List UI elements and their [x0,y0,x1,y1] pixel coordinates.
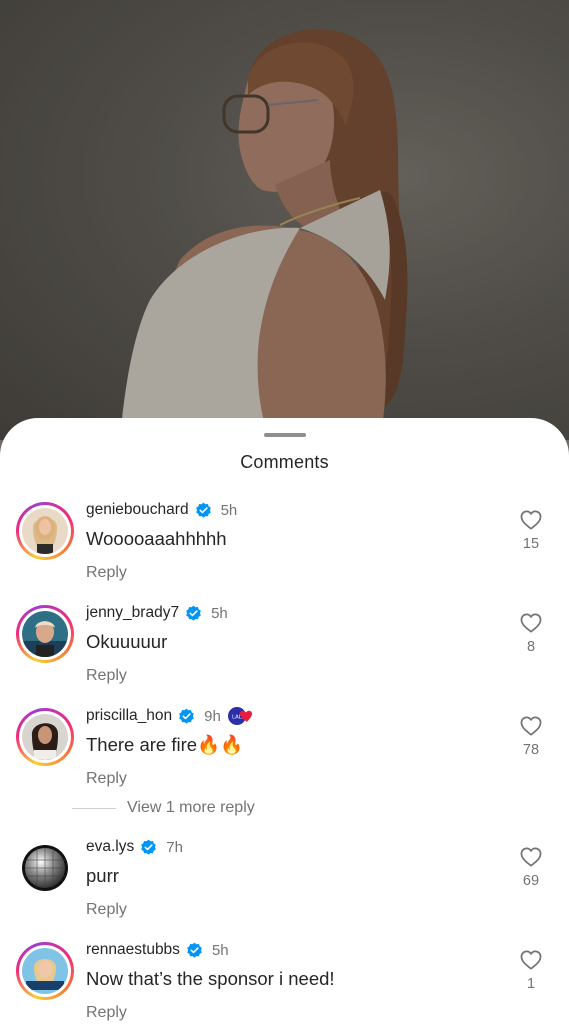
heart-icon[interactable] [520,716,542,736]
comment-username[interactable]: geniebouchard [86,501,189,519]
like-count: 15 [522,536,540,552]
verified-badge-icon [195,502,211,518]
verified-badge-icon [179,708,194,724]
verified-badge-icon [141,839,157,855]
like-control: 78 [519,716,543,758]
verified-badge-icon [187,942,202,958]
comment-text: purr [86,865,119,886]
comment-time: 5h [220,501,238,519]
comment-item: eva.lys 7h purr Reply 69 [0,837,569,937]
post-photo [0,0,569,440]
heart-icon[interactable] [520,510,542,530]
reply-button[interactable]: Reply [86,901,127,919]
comment-time: 9h [204,707,221,725]
comment-time: 5h [211,604,228,622]
comment-time: 5h [211,941,229,959]
profile-photo-icon [22,508,68,554]
view-more-replies-label: View 1 more reply [127,799,255,816]
sheet-title: Comments [240,452,329,472]
like-count: 1 [526,976,536,992]
reply-button[interactable]: Reply [86,1004,127,1022]
comment-text: Now that’s the sponsor i need! [86,968,335,989]
post-photo-illustration [0,0,569,440]
like-count: 69 [522,873,540,889]
like-control: 15 [519,510,543,552]
comment-item: priscilla_hon 9h LAL There are fire🔥🔥 Re… [0,706,569,806]
comment-username[interactable]: eva.lys [86,838,134,856]
verified-badge-icon [186,605,201,621]
profile-photo-icon [22,714,68,760]
comment-text: Wooooaaahhhhh [86,528,227,549]
drag-handle[interactable] [264,433,306,437]
like-count: 78 [522,742,540,758]
comment-time: 7h [166,838,183,856]
avatar[interactable] [16,605,74,663]
avatar[interactable] [16,839,74,897]
avatar[interactable] [16,502,74,560]
comment-item: rennaestubbs 5h Now that’s the sponsor i… [0,940,569,1024]
profile-photo-icon [22,611,68,657]
comment-text: Okuuuuur [86,631,168,652]
avatar[interactable] [16,708,74,766]
like-control: 8 [519,613,543,655]
like-count: 8 [526,639,536,655]
heart-icon[interactable] [520,847,542,867]
reply-thread-line [72,807,116,809]
reply-button[interactable]: Reply [86,564,127,582]
view-more-replies[interactable]: View 1 more reply [72,798,255,818]
comments-sheet: Comments geniebouchard 5h Wooooaaahhhhh … [0,418,569,1024]
like-control: 69 [519,847,543,889]
profile-photo-icon [22,948,68,994]
comment-username[interactable]: priscilla_hon [86,707,172,725]
like-control: 1 [519,950,543,992]
heart-icon[interactable] [520,950,542,970]
avatar[interactable] [16,942,74,1000]
reply-button[interactable]: Reply [86,667,127,685]
heart-icon[interactable] [520,613,542,633]
comment-item: jenny_brady7 5h Okuuuuur Reply 8 [0,603,569,703]
reply-button[interactable]: Reply [86,770,127,788]
comment-username[interactable]: jenny_brady7 [86,604,179,622]
disco-ball-photo-icon [22,845,68,891]
comment-username[interactable]: rennaestubbs [86,941,180,959]
comment-text: There are fire🔥🔥 [86,734,244,755]
comment-item: geniebouchard 5h Wooooaaahhhhh Reply 15 [0,500,569,600]
team-badge-icon: LAL [227,707,252,725]
